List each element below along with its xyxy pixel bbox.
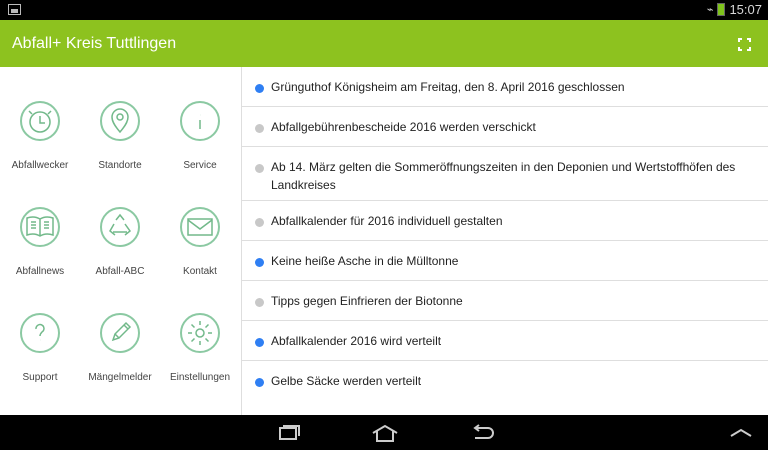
menu-label: Abfallwecker [11,160,69,171]
list-item[interactable]: Gelbe Säcke werden verteilt [242,361,768,401]
recent-apps-icon[interactable] [273,424,303,442]
menu-label: Support [22,372,58,383]
unread-indicator [255,378,264,387]
list-item[interactable]: Ab 14. März gelten die Sommeröffnungszei… [242,147,768,201]
status-time: 15:07 [729,2,762,17]
menu-label: Abfallnews [15,266,65,277]
signal-icon: ⌁ [706,4,714,16]
alarm-clock-icon [20,101,60,141]
menu-item-abfallnews[interactable]: Abfallnews [0,173,80,277]
recycle-icon [100,207,140,247]
app-title: Abfall+ Kreis Tuttlingen [12,35,177,52]
menu-item-standorte[interactable]: Standorte [80,67,160,171]
status-indicators: ⌁ 15:07 [707,2,762,17]
image-icon [8,4,21,15]
unread-indicator [255,338,264,347]
menu-label: Kontakt [183,266,217,277]
news-title: Grünguthof Königsheim am Freitag, den 8.… [271,80,625,94]
up-chevron-icon[interactable] [726,424,756,442]
book-icon [20,207,60,247]
menu-item-einstellungen[interactable]: Einstellungen [160,279,240,383]
main-menu: Abfallwecker Standorte Service Abfallnew… [0,67,242,415]
news-title: Tipps gegen Einfrieren der Biotonne [271,294,463,308]
app-bar: Abfall+ Kreis Tuttlingen [0,20,768,67]
envelope-icon [180,207,220,247]
fullscreen-icon[interactable] [738,38,751,51]
unread-indicator [255,258,264,267]
gear-icon [180,313,220,353]
home-icon[interactable] [370,424,400,442]
main-content: Abfallwecker Standorte Service Abfallnew… [0,67,768,415]
menu-item-service[interactable]: Service [160,67,240,171]
list-item[interactable]: Tipps gegen Einfrieren der Biotonne [242,281,768,321]
unread-indicator [255,84,264,93]
menu-label: Einstellungen [169,372,231,383]
news-title: Keine heiße Asche in die Mülltonne [271,254,459,268]
read-indicator [255,124,264,133]
list-item[interactable]: Keine heiße Asche in die Mülltonne [242,241,768,281]
menu-label: Service [183,160,217,171]
location-pin-icon [100,101,140,141]
news-title: Ab 14. März gelten die Sommeröffnungszei… [271,160,736,192]
menu-item-abfall-abc[interactable]: Abfall-ABC [80,173,160,277]
menu-item-maengelmelder[interactable]: Mängelmelder [80,279,160,383]
news-title: Abfallkalender für 2016 individuell gest… [271,214,503,228]
pencil-icon [100,313,140,353]
battery-icon [717,3,726,16]
read-indicator [255,164,264,173]
menu-item-abfallwecker[interactable]: Abfallwecker [0,67,80,171]
system-navigation-bar [0,415,768,450]
list-item[interactable]: Abfallkalender für 2016 individuell gest… [242,201,768,241]
menu-label: Abfall-ABC [95,266,145,277]
news-list: Grünguthof Königsheim am Freitag, den 8.… [242,67,768,415]
status-bar: ⌁ 15:07 [0,0,768,20]
list-item[interactable]: Abfallkalender 2016 wird verteilt [242,321,768,361]
menu-label: Standorte [98,160,142,171]
question-icon [20,313,60,353]
menu-label: Mängelmelder [88,372,152,383]
back-icon[interactable] [467,424,497,442]
read-indicator [255,218,264,227]
news-title: Abfallgebührenbescheide 2016 werden vers… [271,120,536,134]
list-item[interactable]: Abfallgebührenbescheide 2016 werden vers… [242,107,768,147]
news-title: Abfallkalender 2016 wird verteilt [271,334,442,348]
list-item[interactable]: Grünguthof Königsheim am Freitag, den 8.… [242,67,768,107]
news-title: Gelbe Säcke werden verteilt [271,374,422,388]
info-icon [180,101,220,141]
read-indicator [255,298,264,307]
menu-item-kontakt[interactable]: Kontakt [160,173,240,277]
menu-item-support[interactable]: Support [0,279,80,383]
